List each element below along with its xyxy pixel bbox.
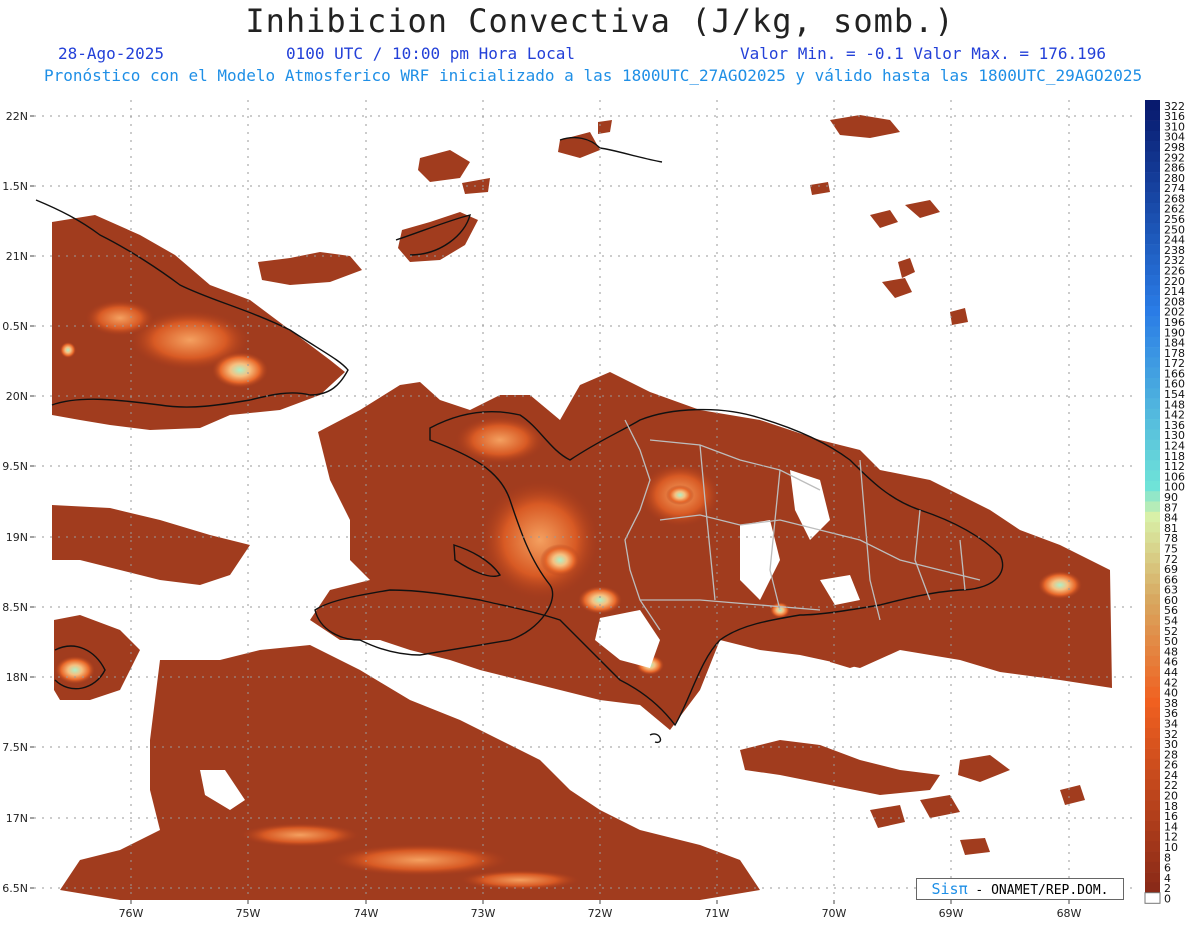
- legend-swatch: [1145, 727, 1160, 739]
- legend-swatch: [1145, 882, 1160, 893]
- legend-swatch: [1145, 861, 1160, 873]
- credit-text: - ONAMET/REP.DOM.: [967, 883, 1109, 898]
- legend-swatch: [1145, 697, 1160, 708]
- legend-swatches: [1144, 100, 1161, 904]
- legend-swatch: [1145, 192, 1160, 204]
- legend-swatch: [1145, 347, 1160, 358]
- legend-swatch: [1145, 820, 1160, 832]
- legend-swatch: [1145, 275, 1160, 286]
- legend-swatch: [1145, 491, 1160, 502]
- legend-swatch: [1145, 738, 1160, 749]
- legend-swatch: [1145, 223, 1160, 235]
- legend-swatch: [1145, 254, 1160, 266]
- legend-swatch: [1145, 655, 1160, 667]
- legend-swatch: [1145, 388, 1160, 399]
- legend-swatch: [1145, 779, 1160, 791]
- legend-swatch: [1145, 161, 1160, 173]
- legend-swatch: [1145, 800, 1160, 811]
- legend-swatch: [1145, 522, 1160, 533]
- legend-swatch: [1145, 285, 1160, 296]
- legend-swatch: [1145, 480, 1160, 492]
- legend-swatch: [1145, 419, 1160, 430]
- legend-swatch: [1145, 408, 1160, 420]
- legend-swatch: [1145, 398, 1160, 410]
- legend-swatch: [1145, 573, 1160, 585]
- legend-swatch: [1145, 604, 1160, 616]
- legend-swatch: [1145, 439, 1160, 451]
- legend-swatch: [1145, 717, 1160, 729]
- legend-swatch: [1145, 450, 1160, 461]
- legend-swatch: [1145, 264, 1160, 276]
- legend-swatch: [1145, 213, 1160, 224]
- legend-swatch: [1145, 614, 1160, 626]
- legend-swatch: [1145, 120, 1160, 132]
- legend-swatch: [1145, 851, 1160, 863]
- legend-swatch: [1145, 202, 1160, 214]
- color-legend: 3223163103042982922862802742682622562502…: [1144, 100, 1185, 906]
- legend-swatch: [1145, 110, 1160, 121]
- legend-swatch: [1145, 470, 1160, 482]
- legend-swatch: [1145, 511, 1160, 523]
- legend-swatch: [1145, 460, 1160, 471]
- legend-swatch: [1145, 182, 1160, 193]
- legend-swatch: [1145, 295, 1160, 307]
- legend-swatch: [1145, 872, 1160, 883]
- credit-box: Sisπ - ONAMET/REP.DOM.: [916, 878, 1124, 900]
- legend-label: 0: [1164, 892, 1171, 905]
- legend-swatch: [1145, 141, 1160, 152]
- legend-swatch: [1145, 244, 1160, 255]
- sispi-logo: Sisπ: [931, 880, 968, 898]
- legend-swatch: [1145, 326, 1160, 338]
- legend-swatch: [1145, 810, 1160, 821]
- legend-swatch: [1145, 357, 1160, 368]
- legend-labels: 3223163103042982922862802742682622562502…: [1164, 100, 1185, 906]
- legend-swatch: [1145, 100, 1160, 111]
- legend-swatch: [1145, 552, 1160, 564]
- legend-swatch: [1145, 645, 1160, 657]
- legend-swatch: [1145, 583, 1160, 595]
- legend-swatch: [1145, 542, 1160, 554]
- legend-swatch: [1145, 789, 1160, 801]
- legend-swatch: [1145, 666, 1160, 677]
- legend-swatch: [1145, 748, 1160, 760]
- legend-swatch: [1145, 563, 1160, 574]
- legend-swatch: [1145, 367, 1160, 379]
- legend-swatch: [1145, 635, 1160, 646]
- legend-swatch: [1145, 594, 1160, 605]
- legend-swatch: [1145, 625, 1160, 636]
- legend-swatch: [1145, 336, 1160, 348]
- legend-swatch: [1145, 769, 1160, 780]
- legend-swatch: [1145, 841, 1160, 852]
- legend-swatch: [1145, 429, 1160, 441]
- legend-swatch: [1145, 130, 1160, 142]
- legend-swatch: [1145, 830, 1160, 842]
- legend-swatch: [1145, 377, 1160, 389]
- legend-swatch: [1145, 676, 1160, 688]
- legend-swatch: [1145, 151, 1160, 163]
- legend-swatch: [1145, 707, 1160, 718]
- legend-swatch: [1145, 172, 1160, 183]
- legend-swatch: [1145, 532, 1160, 543]
- legend-swatch: [1145, 305, 1160, 317]
- legend-swatch: [1145, 233, 1160, 245]
- legend-swatch: [1145, 686, 1160, 698]
- legend-swatch: [1145, 501, 1160, 513]
- legend-swatch: [1145, 316, 1160, 327]
- legend-swatch: [1145, 758, 1160, 770]
- legend-swatch: [1144, 892, 1161, 904]
